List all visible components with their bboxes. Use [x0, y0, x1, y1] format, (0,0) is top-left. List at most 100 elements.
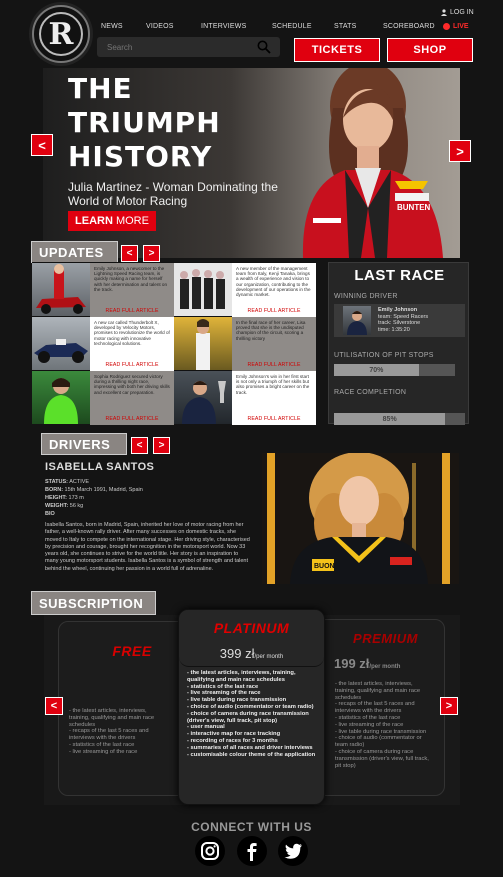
article-card[interactable]: In the final race of her career, Lisa pr… — [174, 317, 316, 371]
hero-title-line-1: THE — [68, 72, 133, 105]
drivers-prev-arrow[interactable]: < — [131, 437, 148, 454]
pit-stops-value: 70% — [369, 366, 384, 374]
read-full-article-link[interactable]: READ FULL ARTICLE — [90, 416, 174, 422]
plan-platinum-price: 399 zł/per month — [219, 646, 284, 661]
race-completion-label: RACE COMPLETION — [334, 389, 407, 396]
driver-bio-label: BIO — [45, 511, 55, 517]
plan-feature-item: live table during race transmission — [335, 729, 431, 736]
plan-feature-item: choice of audio (commentator or team rad… — [335, 735, 431, 749]
suit-sponsor-text: BUON — [314, 563, 335, 570]
driver-weight: WEIGHT: 56 kg — [45, 503, 84, 509]
plan-feature-item: choice of audio (commentator or team rad… — [187, 704, 319, 711]
race-completion-value: 85% — [382, 415, 397, 423]
plan-feature-item: customisable colour theme of the applica… — [187, 752, 319, 759]
hero-banner: BUNTEN THE TRIUMPH HISTORY Julia Martine… — [43, 68, 460, 258]
twitter-icon[interactable] — [278, 836, 308, 866]
updates-prev-arrow[interactable]: < — [121, 245, 138, 262]
nav-stats[interactable]: STATS — [334, 23, 383, 30]
plan-feature-item: statistics of the last race — [187, 684, 319, 691]
plan-feature-item: statistics of the last race — [69, 742, 157, 749]
hero-title-line-2: TRIUMPH — [68, 106, 221, 139]
plan-feature-item: live table during race transmission — [187, 697, 319, 704]
shop-button[interactable]: SHOP — [387, 38, 473, 62]
hero-subtitle: Julia Martinez - Woman Dominating the Wo… — [68, 180, 278, 208]
read-full-article-link[interactable]: READ FULL ARTICLE — [232, 362, 316, 368]
search-bar — [97, 37, 280, 57]
nav-scoreboard[interactable]: SCOREBOARD — [383, 23, 435, 30]
plan-feature-item: user manual — [187, 724, 319, 731]
instagram-icon[interactable] — [195, 836, 225, 866]
facebook-icon[interactable] — [237, 836, 267, 866]
winner-card[interactable]: Emily Johnson team: Speed Racers track: … — [334, 304, 465, 337]
read-full-article-link[interactable]: READ FULL ARTICLE — [232, 308, 316, 314]
subscription-next-arrow[interactable]: > — [440, 697, 458, 715]
pit-stops-bar: 70% — [334, 364, 455, 376]
last-race-panel: LAST RACE WINNING DRIVER Emily Johnson t… — [328, 262, 469, 425]
article-text: A new car called Thunderbolt X, develope… — [90, 317, 174, 371]
learn-more-rest: MORE — [112, 215, 149, 227]
read-full-article-link[interactable]: READ FULL ARTICLE — [232, 416, 316, 422]
plan-feature-item: live streaming of the race — [187, 690, 319, 697]
tickets-button[interactable]: TICKETS — [294, 38, 380, 62]
nav-interviews[interactable]: INTERVIEWS — [201, 23, 272, 30]
plan-feature-item: recaps of the last 5 races and interview… — [335, 701, 431, 715]
subscription-heading: SUBSCRIPTION — [31, 591, 156, 615]
article-card[interactable]: Emily Johnson, a newcomer to the Lightni… — [32, 263, 174, 317]
article-card[interactable]: A new car called Thunderbolt X, develope… — [32, 317, 174, 371]
learn-more-bold: LEARN — [75, 215, 113, 227]
hero-prev-arrow[interactable]: < — [31, 134, 53, 156]
article-card[interactable]: Emily Johnson's win in her first start i… — [174, 371, 316, 425]
main-nav: NEWS VIDEOS INTERVIEWS SCHEDULE STATS SC… — [101, 23, 435, 30]
plan-feature-item: interactive map for race tracking — [187, 731, 319, 738]
winner-avatar — [343, 306, 371, 335]
article-image — [174, 371, 232, 424]
read-full-article-link[interactable]: READ FULL ARTICLE — [90, 362, 174, 368]
article-image — [174, 317, 232, 370]
login-label: LOG IN — [450, 9, 474, 16]
nav-news[interactable]: NEWS — [101, 23, 146, 30]
last-race-title: LAST RACE — [354, 267, 445, 284]
helmet-brand-text: BUNTEN — [397, 203, 431, 212]
updates-heading: UPDATES — [31, 241, 118, 263]
pit-stops-label: UTILISATION OF PIT STOPS — [334, 352, 434, 359]
article-image — [32, 371, 90, 424]
search-icon[interactable] — [257, 40, 271, 54]
driver-info: ISABELLA SANTOS STATUS: ACTIVE BORN: 15t… — [45, 461, 250, 573]
nav-schedule[interactable]: SCHEDULE — [272, 23, 334, 30]
user-icon — [441, 9, 447, 16]
subscription-prev-arrow[interactable]: < — [45, 697, 63, 715]
plan-platinum-features: the latest articles, interviews, trainin… — [179, 670, 319, 758]
article-text: Sophia Rodriguez secured victory during … — [90, 371, 174, 425]
search-input[interactable] — [107, 42, 247, 52]
live-label: LIVE — [453, 23, 469, 30]
updates-next-arrow[interactable]: > — [143, 245, 160, 262]
nav-videos[interactable]: VIDEOS — [146, 23, 201, 30]
driver-photo: BUON — [262, 453, 459, 584]
driver-height: HEIGHT: 173 m — [45, 495, 84, 501]
article-card[interactable]: A new member of the management team from… — [174, 263, 316, 317]
learn-more-button[interactable]: LEARN MORE — [68, 211, 156, 231]
article-text: A new member of the management team from… — [232, 263, 316, 317]
hero-title-line-3: HISTORY — [68, 140, 213, 173]
article-text: Emily Johnson's win in her first start i… — [232, 371, 316, 425]
plan-feature-item: recording of races for 3 months — [187, 738, 319, 745]
login-link[interactable]: LOG IN — [441, 9, 474, 16]
plan-feature-item: live streaming of the race — [69, 749, 157, 756]
site-logo[interactable]: R — [32, 5, 90, 63]
driver-bio: Isabella Santos, born in Madrid, Spain, … — [45, 522, 250, 572]
plan-platinum[interactable]: PLATINUM 399 zł/per month the latest art… — [178, 609, 325, 805]
article-text: In the final race of her career, Lisa pr… — [232, 317, 316, 371]
updates-grid: Emily Johnson, a newcomer to the Lightni… — [32, 262, 316, 425]
read-full-article-link[interactable]: READ FULL ARTICLE — [90, 308, 174, 314]
live-link[interactable]: LIVE — [443, 23, 469, 30]
drivers-next-arrow[interactable]: > — [153, 437, 170, 454]
article-image — [32, 317, 90, 370]
plan-feature-item: statistics of the last race — [335, 715, 431, 722]
plan-feature-item: the latest articles, interviews, trainin… — [335, 681, 431, 701]
driver-status: STATUS: ACTIVE — [45, 479, 90, 485]
plan-feature-item: choice of camera during race transmissio… — [335, 749, 431, 769]
driver-name: ISABELLA SANTOS — [45, 461, 155, 473]
hero-next-arrow[interactable]: > — [449, 140, 471, 162]
article-image — [174, 263, 232, 316]
article-card[interactable]: Sophia Rodriguez secured victory during … — [32, 371, 174, 425]
